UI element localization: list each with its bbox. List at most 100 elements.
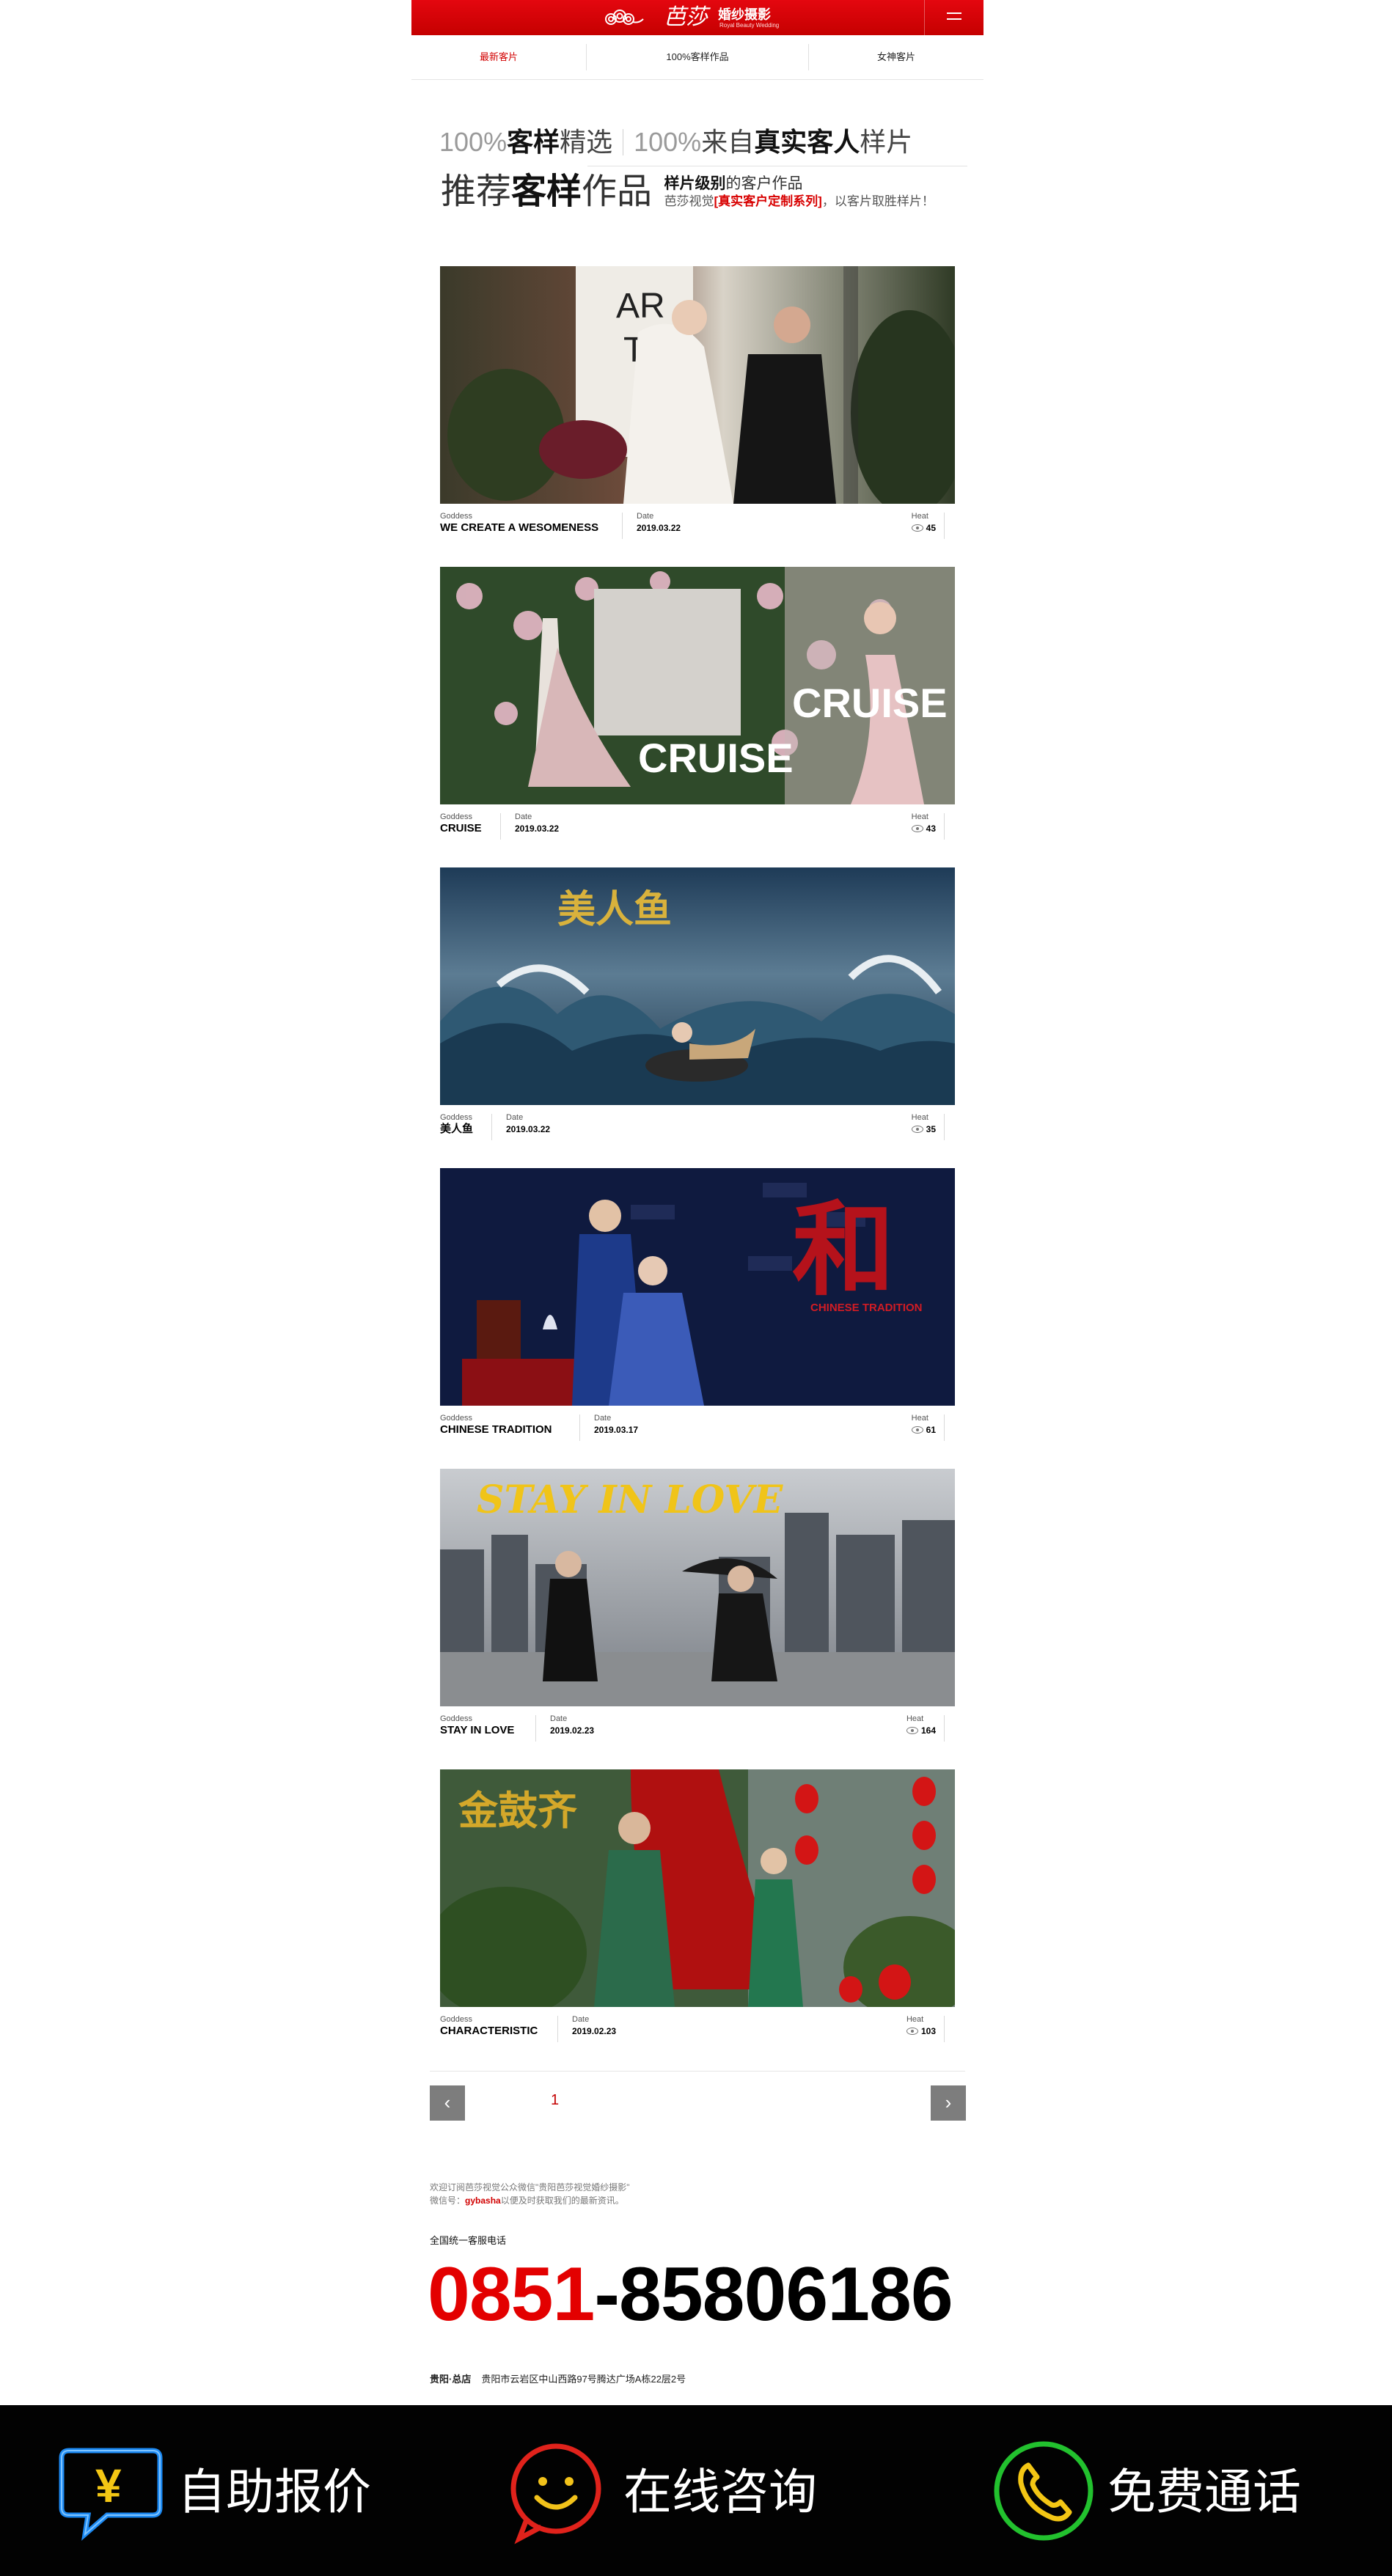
sample-photo[interactable]: CRUISE CRUISE xyxy=(440,567,955,804)
tab-latest[interactable]: 最新客片 xyxy=(411,35,586,79)
prev-page-button[interactable]: ‹ xyxy=(430,2085,465,2121)
eye-icon xyxy=(906,2028,918,2035)
goddess-label: Goddess xyxy=(440,2015,473,2024)
page-number[interactable]: 1 xyxy=(551,2092,559,2109)
heat-label: Heat xyxy=(911,1113,928,1122)
subheading-text: 推荐 xyxy=(441,172,512,211)
goddess-label: Goddess xyxy=(440,1414,473,1423)
category-tabs: 最新客片 100%客样作品 女神客片 xyxy=(411,35,983,80)
tab-sample-works[interactable]: 100%客样作品 xyxy=(587,35,808,79)
card-meta: Goddess CRUISE Date 2019.03.22 Heat 43 xyxy=(440,807,955,841)
card-heat: Heat 61 xyxy=(911,1413,936,1436)
heading-bold: 真实客人 xyxy=(754,127,860,157)
heat-value: 35 xyxy=(926,1124,936,1134)
brand-logo[interactable]: 芭莎 婚纱摄影 Royal Beauty Wedding xyxy=(602,3,793,32)
photo-placeholder: 美人鱼 xyxy=(440,867,955,1105)
meta-divider xyxy=(491,1114,492,1140)
hotline-number[interactable]: 0851-85806186 xyxy=(428,2250,953,2339)
sample-photo[interactable]: 和 CHINESE TRADITION xyxy=(440,1168,955,1406)
phone-number: -85806186 xyxy=(594,2252,953,2337)
goddess-label: Goddess xyxy=(440,812,473,821)
smile-chat-icon xyxy=(510,2443,601,2544)
sample-card[interactable]: AR T Goddess WE CREATE A WESOMENESS Date… xyxy=(440,266,955,567)
free-call-button[interactable]: 免费通话 xyxy=(990,2405,1327,2576)
date-label: Date xyxy=(550,1714,568,1723)
svg-text:AR: AR xyxy=(616,287,665,326)
bottom-action-bar: ¥ 自助报价 在线咨询 免费通话 xyxy=(0,2405,1392,2576)
eye-icon xyxy=(911,1126,923,1133)
photo-caption: 美人鱼 xyxy=(557,887,672,932)
heat-label: Heat xyxy=(911,1414,928,1423)
meta-divider xyxy=(944,813,945,840)
meta-divider xyxy=(944,1715,945,1742)
photo-caption: 金鼓齐 xyxy=(458,1787,577,1834)
sample-card[interactable]: 金鼓齐 Goddess CHARACTERISTIC Date 2019.02.… xyxy=(440,1769,955,2070)
card-meta: Goddess 美人鱼 Date 2019.03.22 Heat 35 xyxy=(440,1108,955,1142)
sample-photo[interactable]: 美人鱼 xyxy=(440,867,955,1105)
meta-divider xyxy=(944,1414,945,1441)
goddess-label: Goddess xyxy=(440,1113,473,1122)
meta-divider xyxy=(579,1414,580,1441)
next-page-button[interactable]: › xyxy=(931,2085,966,2121)
online-consult-button[interactable]: 在线咨询 xyxy=(506,2405,843,2576)
subheading-title: 推荐客样作品 xyxy=(441,172,652,211)
card-meta: Goddess WE CREATE A WESOMENESS Date 2019… xyxy=(440,507,955,540)
page-column: 芭莎 婚纱摄影 Royal Beauty Wedding 最新客片 100%客样… xyxy=(411,0,983,2405)
phone-area-code: 0851 xyxy=(428,2252,595,2337)
card-heat: Heat 164 xyxy=(906,1714,936,1737)
wechat-id: gybasha xyxy=(465,2195,501,2206)
svg-text:¥: ¥ xyxy=(95,2459,122,2512)
brand-name: 芭莎 xyxy=(664,4,708,30)
card-heat: Heat 103 xyxy=(906,2014,936,2038)
meta-divider xyxy=(622,513,623,539)
tab-goddess[interactable]: 女神客片 xyxy=(809,35,983,79)
sample-photo[interactable]: STAY IN LOVE xyxy=(440,1469,955,1706)
card-title: CHINESE TRADITION xyxy=(440,1423,552,1436)
heat-label: Heat xyxy=(911,812,928,821)
yuan-chat-icon: ¥ xyxy=(59,2448,163,2541)
card-heat: Heat 35 xyxy=(911,1112,936,1136)
date-label: Date xyxy=(506,1113,524,1122)
heading-text: 样片 xyxy=(860,127,913,157)
card-meta: Goddess CHARACTERISTIC Date 2019.02.23 H… xyxy=(440,2010,955,2044)
card-title: WE CREATE A WESOMENESS xyxy=(440,521,599,534)
photo-caption: CRUISE xyxy=(638,735,794,781)
menu-button[interactable] xyxy=(924,0,983,35)
photo-caption: CHINESE TRADITION xyxy=(810,1302,923,1314)
heading-bold: 客样 xyxy=(507,127,560,157)
top-bar: 芭莎 婚纱摄影 Royal Beauty Wedding xyxy=(411,0,983,35)
meta-divider xyxy=(944,1114,945,1140)
phone-icon xyxy=(994,2441,1094,2541)
photo-caption: CRUISE xyxy=(792,680,948,726)
card-meta: Goddess CHINESE TRADITION Date 2019.03.1… xyxy=(440,1409,955,1442)
sample-card[interactable]: CRUISE CRUISE Goddess CRUISE Date 2019.0… xyxy=(440,567,955,867)
sample-photo[interactable]: AR T xyxy=(440,266,955,504)
brand-tagline: Royal Beauty Wedding xyxy=(719,22,780,29)
card-date: 2019.02.23 xyxy=(572,2026,617,2036)
chevron-right-icon: › xyxy=(945,2091,952,2113)
photo-placeholder: AR T xyxy=(440,266,955,504)
goddess-label: Goddess xyxy=(440,1714,473,1723)
subheading-bold: 客样 xyxy=(511,172,582,211)
sample-card[interactable]: 美人鱼 Goddess 美人鱼 Date 2019.03.22 Heat 35 xyxy=(440,867,955,1168)
sample-photo[interactable]: 金鼓齐 xyxy=(440,1769,955,2007)
menu-icon xyxy=(947,12,961,14)
card-date: 2019.03.22 xyxy=(515,823,560,834)
online-consult-label: 在线咨询 xyxy=(623,2465,817,2519)
card-heat: Heat 45 xyxy=(911,511,936,535)
pager-rule xyxy=(430,2071,965,2072)
subheading-note: 样片级别的客户作品 芭莎视觉[真实客户定制系列]，以客片取胜样片！ xyxy=(664,175,934,210)
wechat-notice-text: 以便及时获取我们的最新资讯。 xyxy=(500,2195,624,2206)
card-meta: Goddess STAY IN LOVE Date 2019.02.23 Hea… xyxy=(440,1709,955,1743)
meta-divider xyxy=(944,513,945,539)
sample-card[interactable]: 和 CHINESE TRADITION Goddess CHINESE TRAD… xyxy=(440,1168,955,1469)
quote-button[interactable]: ¥ 自助报价 xyxy=(51,2405,389,2576)
heat-label: Heat xyxy=(906,1714,924,1723)
eye-icon xyxy=(911,825,923,832)
photo-placeholder: CRUISE CRUISE xyxy=(440,567,955,804)
date-label: Date xyxy=(637,512,654,521)
card-title: CHARACTERISTIC xyxy=(440,2025,538,2037)
sample-card[interactable]: STAY IN LOVE Goddess STAY IN LOVE Date 2… xyxy=(440,1469,955,1769)
quote-label: 自助报价 xyxy=(177,2465,371,2519)
cloud-ornament-icon xyxy=(605,10,644,25)
